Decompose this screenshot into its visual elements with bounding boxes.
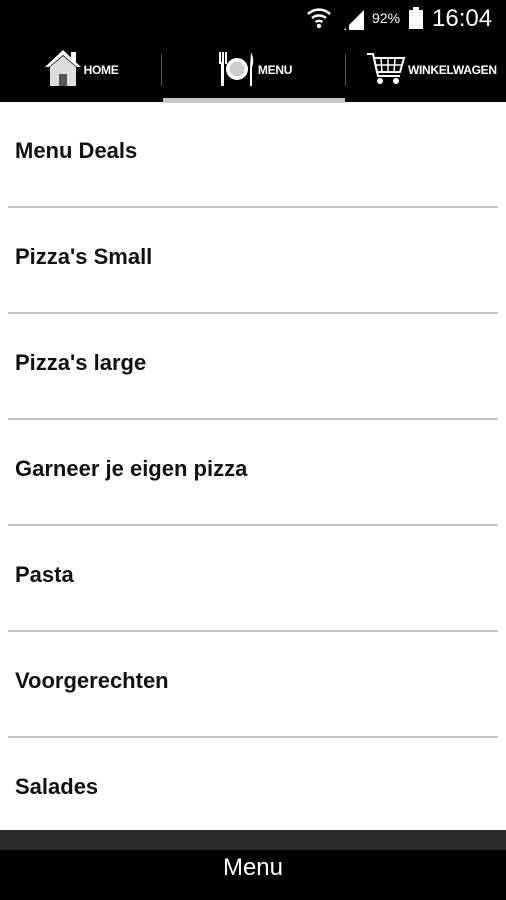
page-title: Menu (222, 854, 284, 881)
list-item-pasta[interactable]: Pasta (0, 526, 506, 632)
list-item-label: Pizza's Small (15, 244, 153, 269)
tab-winkelwagen[interactable]: WINKELWAGEN (346, 38, 506, 102)
list-item-garneer-je-eigen-pizza[interactable]: Garneer je eigen pizza (0, 420, 506, 526)
list-item-label: Menu Deals (15, 138, 138, 163)
wifi-icon (306, 5, 332, 34)
list-item-pizzas-small[interactable]: Pizza's Small (0, 208, 506, 314)
tab-menu[interactable]: MENU (163, 38, 345, 102)
list-item-pizzas-large[interactable]: Pizza's large (0, 314, 506, 420)
cell-signal-icon (342, 8, 366, 35)
list-item-menu-deals[interactable]: Menu Deals (0, 102, 506, 208)
menu-category-list: Menu Deals Pizza's Small Pizza's large G… (0, 102, 506, 844)
house-icon (44, 48, 82, 93)
battery-icon (409, 7, 423, 34)
battery-percentage: 92% (372, 10, 401, 26)
list-item-salades[interactable]: Salades (0, 738, 506, 844)
list-item-voorgerechten[interactable]: Voorgerechten (0, 632, 506, 738)
plate-cutlery-icon (216, 48, 256, 93)
list-item-label: Salades (15, 774, 99, 799)
tab-home[interactable]: HOME (0, 38, 162, 102)
list-item-label: Pizza's large (15, 350, 147, 375)
tab-menu-label: MENU (257, 63, 293, 77)
status-bar: 92% 16:04 (0, 0, 506, 38)
top-tab-bar: HOME MENU WINKELWAGEN (0, 38, 506, 103)
status-clock: 16:04 (432, 5, 493, 32)
tab-winkelwagen-label: WINKELWAGEN (408, 63, 497, 77)
tab-divider (161, 54, 162, 86)
list-item-label: Garneer je eigen pizza (15, 456, 248, 481)
bottom-bar: Menu (0, 830, 506, 900)
list-item-label: Voorgerechten (15, 668, 169, 693)
shopping-cart-icon (366, 48, 406, 93)
list-item-label: Pasta (15, 562, 74, 587)
tab-home-label: HOME (83, 63, 119, 77)
